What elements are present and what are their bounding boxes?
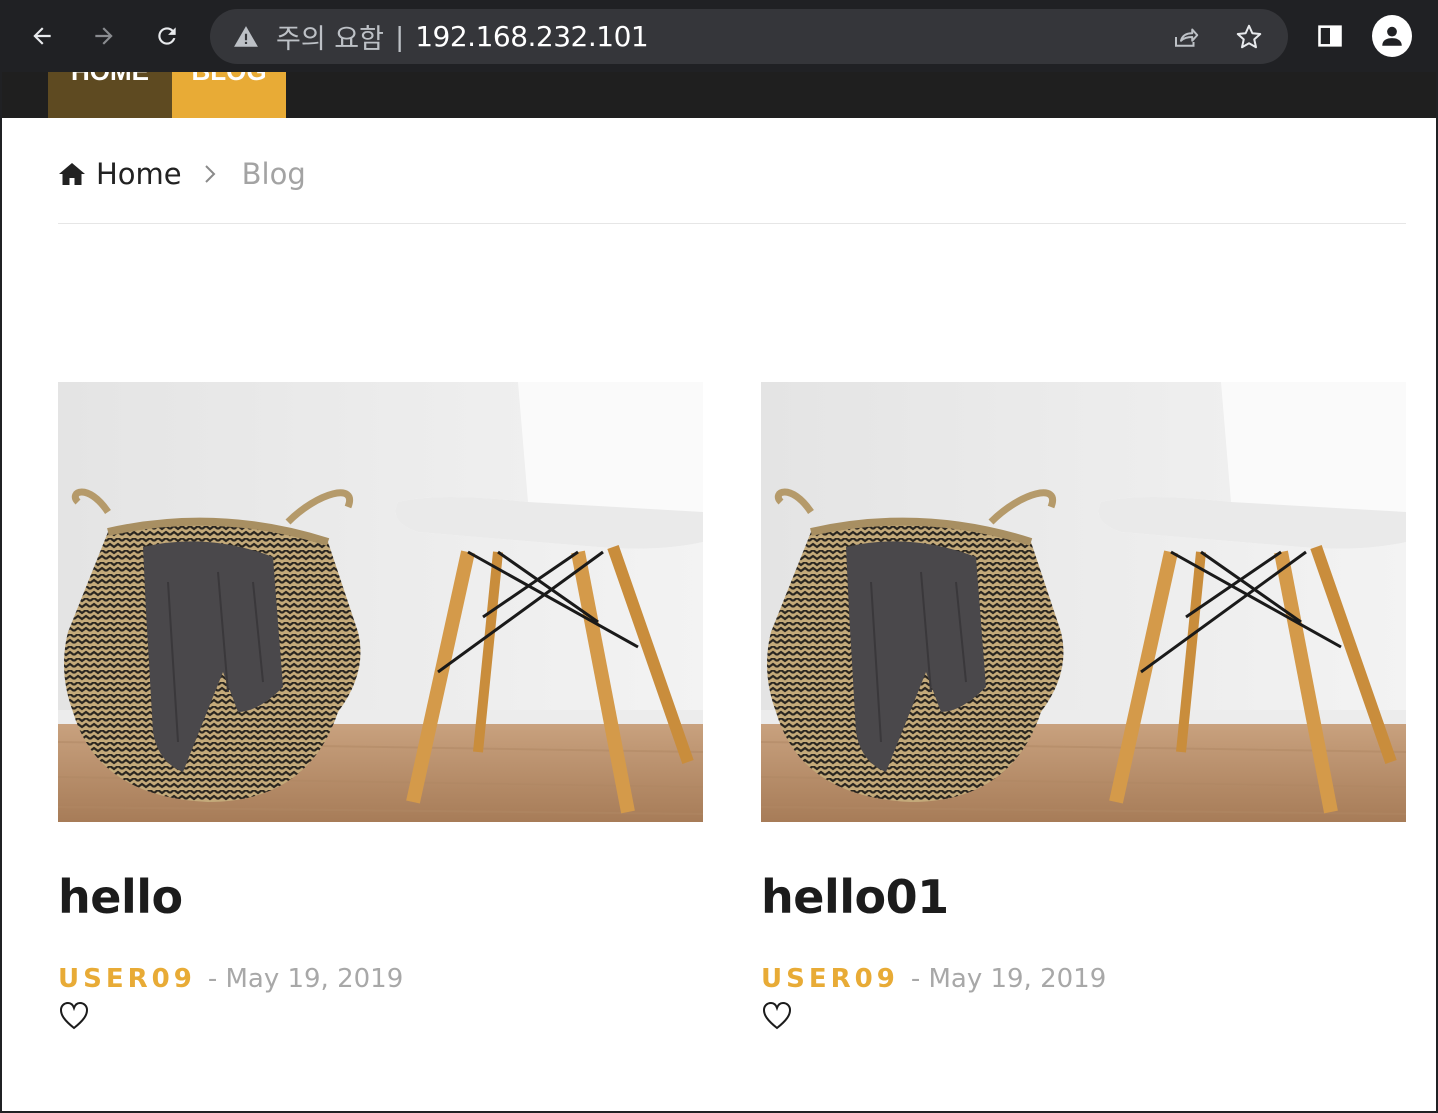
reload-button[interactable] — [147, 16, 187, 56]
blog-post-card: hello01 USER09 - May 19, 2019 — [761, 382, 1406, 1037]
back-arrow-icon — [33, 27, 51, 45]
address-bar[interactable]: 주의 요함 | 192.168.232.101 — [210, 9, 1288, 64]
post-thumbnail-image[interactable] — [58, 382, 703, 822]
post-title[interactable]: hello01 — [761, 870, 1406, 924]
star-icon[interactable] — [1233, 21, 1265, 53]
browser-toolbar: 주의 요함 | 192.168.232.101 — [2, 2, 1436, 72]
share-icon[interactable] — [1170, 21, 1202, 53]
breadcrumb: Home Blog — [58, 154, 306, 194]
breadcrumb-home-link[interactable]: Home — [58, 157, 182, 191]
breadcrumb-home-label: Home — [96, 157, 182, 191]
post-author[interactable]: USER09 — [58, 964, 196, 994]
back-button[interactable] — [22, 16, 62, 56]
home-icon — [59, 163, 85, 185]
blog-post-card: hello USER09 - May 19, 2019 — [58, 382, 703, 1037]
post-thumbnail-image[interactable] — [761, 382, 1406, 822]
heart-outline-icon[interactable] — [761, 1000, 793, 1032]
profile-button[interactable] — [1372, 15, 1412, 57]
url-text[interactable]: 192.168.232.101 — [415, 20, 648, 53]
post-date: - May 19, 2019 — [910, 964, 1107, 994]
post-author[interactable]: USER09 — [761, 964, 899, 994]
profile-icon — [1372, 15, 1412, 57]
warning-triangle-icon[interactable] — [232, 23, 260, 51]
post-meta: USER09 - May 19, 2019 — [761, 964, 1406, 994]
nav-item-blog-label: BLOG — [191, 72, 266, 102]
heart-outline-icon[interactable] — [58, 1000, 90, 1032]
side-panel-icon[interactable] — [1310, 16, 1350, 56]
breadcrumb-divider — [58, 223, 1406, 224]
forward-arrow-icon — [95, 27, 113, 45]
post-date: - May 19, 2019 — [207, 964, 404, 994]
breadcrumb-current: Blog — [241, 157, 306, 191]
post-meta: USER09 - May 19, 2019 — [58, 964, 703, 994]
post-title[interactable]: hello — [58, 870, 703, 924]
forward-button[interactable] — [84, 16, 124, 56]
reload-icon — [158, 27, 176, 45]
omnibox-separator: | — [395, 20, 404, 52]
nav-item-home[interactable]: HOME — [48, 72, 172, 118]
security-status-label[interactable]: 주의 요함 — [276, 17, 384, 56]
chevron-right-icon — [204, 164, 216, 184]
nav-item-home-label: HOME — [71, 72, 149, 102]
nav-item-blog[interactable]: BLOG — [172, 72, 286, 118]
site-navigation: HOME BLOG — [2, 72, 1436, 118]
